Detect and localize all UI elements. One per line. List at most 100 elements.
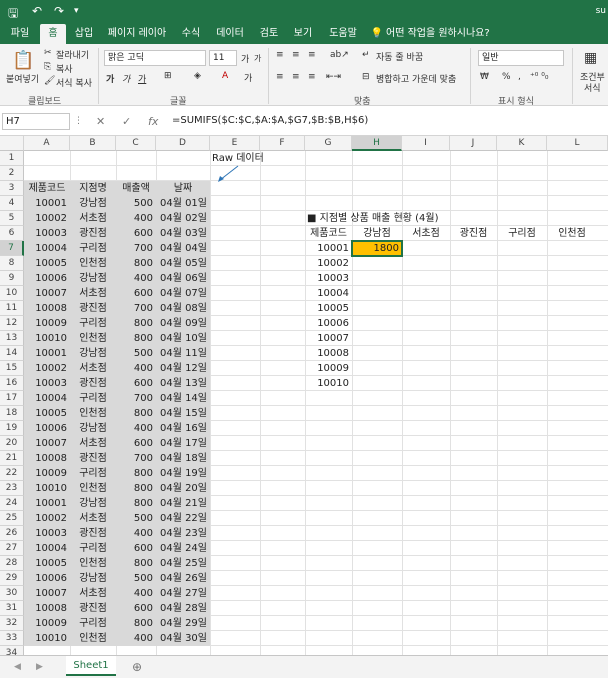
enter-icon[interactable]: ✓ (122, 115, 131, 128)
table-cell[interactable]: 800 (116, 406, 156, 421)
table-cell[interactable]: 500 (116, 571, 156, 586)
table-cell[interactable]: 600 (116, 376, 156, 391)
row-header[interactable]: 19 (0, 421, 24, 436)
table-cell[interactable]: 04월 23일 (156, 526, 210, 541)
table-cell[interactable]: 04월 11일 (156, 346, 210, 361)
grow-font-button[interactable]: 가 (241, 52, 249, 65)
table-cell[interactable]: 04월 28일 (156, 601, 210, 616)
table-cell[interactable]: 광진점 (70, 601, 116, 616)
align-left-icon[interactable]: ≡ (276, 72, 284, 82)
row-header[interactable]: 11 (0, 301, 24, 316)
table-cell[interactable]: 구리점 (70, 316, 116, 331)
row-header[interactable]: 30 (0, 586, 24, 601)
table-cell[interactable]: 800 (116, 496, 156, 511)
table-cell[interactable]: 10008 (24, 451, 70, 466)
column-header[interactable]: J (450, 136, 497, 151)
table-cell[interactable]: 인천점 (70, 256, 116, 271)
format-painter-button[interactable]: 서식 복사 (56, 76, 92, 89)
table-cell[interactable]: 구리점 (70, 391, 116, 406)
table-cell[interactable]: 10007 (24, 436, 70, 451)
table-cell[interactable]: 10005 (24, 256, 70, 271)
column-header[interactable]: H (352, 136, 402, 151)
row-header[interactable]: 13 (0, 331, 24, 346)
table-cell[interactable]: 800 (116, 331, 156, 346)
table-cell[interactable]: 04월 26일 (156, 571, 210, 586)
shrink-font-button[interactable]: 가 (254, 53, 261, 64)
table-cell[interactable]: 10008 (24, 601, 70, 616)
tab-review[interactable]: 검토 (256, 24, 282, 44)
table-cell[interactable]: 서초점 (70, 586, 116, 601)
table-cell[interactable]: 강남점 (70, 271, 116, 286)
table-cell[interactable]: 04월 29일 (156, 616, 210, 631)
table-cell[interactable]: 800 (116, 556, 156, 571)
row-header[interactable]: 2 (0, 166, 24, 181)
row-header[interactable]: 31 (0, 601, 24, 616)
table-cell[interactable]: 04월 24일 (156, 541, 210, 556)
merge-center-button[interactable]: 병합하고 가운데 맞춤 (376, 72, 456, 85)
table-cell[interactable]: 500 (116, 346, 156, 361)
table-cell[interactable]: 400 (116, 271, 156, 286)
table-cell[interactable]: 04월 17일 (156, 436, 210, 451)
table-cell[interactable]: 10006 (24, 421, 70, 436)
orientation-icon[interactable]: ab↗ (330, 50, 349, 60)
font-size-select[interactable]: 11 (209, 50, 237, 66)
copy-icon[interactable]: ⎘ (44, 62, 51, 72)
row-header[interactable]: 28 (0, 556, 24, 571)
name-box[interactable]: H7 (2, 113, 70, 130)
number-format-select[interactable]: 일반 (478, 50, 564, 66)
align-right-icon[interactable]: ≡ (308, 72, 316, 82)
tab-file[interactable]: 파일 (6, 24, 34, 44)
table-cell[interactable]: 04월 13일 (156, 376, 210, 391)
merge-icon[interactable]: ⊟ (362, 72, 370, 82)
next-sheet-icon[interactable]: ▶ (36, 662, 43, 672)
table-cell[interactable]: 600 (116, 226, 156, 241)
table-cell[interactable]: 인천점 (70, 556, 116, 571)
cut-icon[interactable]: ✂ (44, 48, 52, 58)
table-cell[interactable]: 서초점 (70, 361, 116, 376)
tab-formulas[interactable]: 수식 (178, 24, 204, 44)
paste-button[interactable]: 붙여넣기 (6, 72, 39, 85)
table-cell[interactable]: 04월 09일 (156, 316, 210, 331)
table-cell[interactable]: 광진점 (70, 226, 116, 241)
table-cell[interactable]: 800 (116, 466, 156, 481)
table-cell[interactable]: 강남점 (70, 346, 116, 361)
table-cell[interactable]: 서초점 (70, 286, 116, 301)
selected-cell-h7[interactable]: 1800 (351, 240, 403, 257)
column-header[interactable]: F (260, 136, 305, 151)
align-middle-icon[interactable]: ≡ (292, 50, 300, 60)
row-header[interactable]: 32 (0, 616, 24, 631)
table-cell[interactable]: 04월 18일 (156, 451, 210, 466)
sheet-tab[interactable]: Sheet1 (66, 656, 116, 676)
table-cell[interactable]: 04월 06일 (156, 271, 210, 286)
table-cell[interactable]: 10004 (24, 541, 70, 556)
table-cell[interactable]: 500 (116, 196, 156, 211)
table-cell[interactable]: 800 (116, 616, 156, 631)
table-cell[interactable]: 10006 (24, 571, 70, 586)
column-header[interactable]: A (24, 136, 70, 151)
tab-data[interactable]: 데이터 (212, 24, 248, 44)
table-cell[interactable]: 광진점 (70, 451, 116, 466)
column-header[interactable]: B (70, 136, 116, 151)
table-cell[interactable]: 구리점 (70, 241, 116, 256)
wrap-text-icon[interactable]: ↵ (362, 50, 370, 60)
cut-button[interactable]: 잘라내기 (56, 48, 89, 61)
table-cell[interactable]: 700 (116, 451, 156, 466)
table-cell[interactable]: 강남점 (70, 196, 116, 211)
customize-qat-icon[interactable]: ▾ (74, 6, 79, 16)
table-cell[interactable]: 10009 (24, 466, 70, 481)
row-header[interactable]: 33 (0, 631, 24, 646)
tab-home[interactable]: 홈 (40, 24, 66, 44)
row-header[interactable]: 27 (0, 541, 24, 556)
table-cell[interactable]: 10003 (24, 226, 70, 241)
table-cell[interactable]: 04월 10일 (156, 331, 210, 346)
table-cell[interactable]: 700 (116, 301, 156, 316)
table-cell[interactable]: 10007 (24, 286, 70, 301)
table-cell[interactable]: 인천점 (70, 481, 116, 496)
indent-icon[interactable]: ⇤⇥ (326, 72, 341, 82)
table-cell[interactable]: 10006 (24, 271, 70, 286)
row-header[interactable]: 21 (0, 451, 24, 466)
decimal-icon[interactable]: ⁺⁰ ⁰₀ (530, 72, 548, 82)
table-cell[interactable]: 400 (116, 211, 156, 226)
underline-button[interactable]: 가 (138, 72, 146, 85)
table-cell[interactable]: 서초점 (70, 436, 116, 451)
